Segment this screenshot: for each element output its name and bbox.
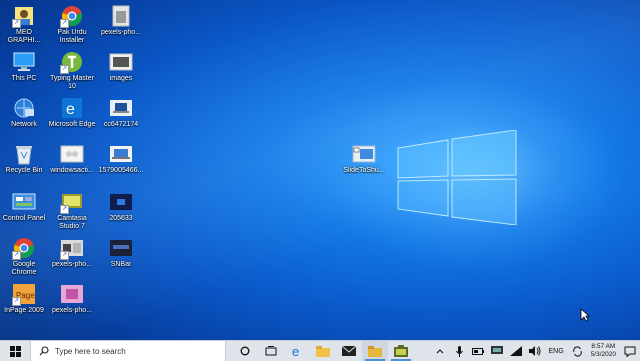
image-file-icon (108, 4, 134, 28)
control-panel-icon (11, 190, 37, 214)
desktop-icon-slide-to-shutdown[interactable]: SlideToShu... (340, 142, 388, 175)
sync-icon (572, 345, 582, 357)
desktop-icon-microsoft-edge[interactable]: e Microsoft Edge (48, 96, 96, 129)
dark-image-icon (108, 190, 134, 214)
desktop-icon-google-chrome[interactable]: ↗ Google Chrome (0, 236, 48, 277)
desktop-icon-images[interactable]: images (97, 50, 145, 83)
desktop-icon-camtasia-studio[interactable]: ↗ Camtasia Studio 7 (48, 190, 96, 231)
file-explorer-icon (316, 345, 330, 357)
desktop-icon-recycle-bin[interactable]: Recycle Bin (0, 142, 48, 175)
desktop-icon-typing-master[interactable]: ↗ Typing Master 10 (48, 50, 96, 91)
desktop-icon-pexels-photo-2[interactable]: ↗ pexels-pho... (48, 236, 96, 269)
search-icon (39, 346, 49, 356)
tray-network-sync[interactable] (568, 341, 587, 361)
cortana-icon (240, 346, 250, 356)
edge-icon: e (59, 96, 85, 120)
image-file-icon (59, 282, 85, 306)
desktop-icon-control-panel[interactable]: Control Panel (0, 190, 48, 223)
desktop-icon-snbar[interactable]: SNBar (97, 236, 145, 269)
person-app-icon: ↗ (11, 4, 37, 28)
desktop-icon-this-pc[interactable]: This PC (0, 50, 48, 83)
input-language-button[interactable]: ENG (545, 348, 568, 355)
taskbar-search-box[interactable]: Type here to search (30, 341, 226, 361)
inpage-icon: Page ↗ (11, 282, 37, 306)
taskbar-mail[interactable] (336, 341, 362, 361)
computer-icon (11, 50, 37, 74)
taskbar: Type here to search e ENG 8:57 AM 5/3/20… (0, 340, 640, 361)
tray-wifi[interactable] (507, 341, 526, 361)
network-icon (11, 96, 37, 120)
wifi-icon (510, 346, 523, 356)
chrome-icon: ↗ (11, 236, 37, 260)
image-file-icon (59, 142, 85, 166)
laptop-image-icon (108, 142, 134, 166)
slide-to-shutdown-icon (351, 142, 377, 166)
laptop-image-icon (108, 96, 134, 120)
taskbar-file-explorer[interactable] (310, 341, 336, 361)
image-file-icon: ↗ (59, 236, 85, 260)
folder-icon (368, 345, 382, 357)
action-center-button[interactable] (620, 341, 640, 361)
tray-battery[interactable] (469, 341, 488, 361)
notification-icon (624, 346, 636, 357)
desktop-icon-pexels-photo-3[interactable]: pexels-pho... (48, 282, 96, 315)
clock-date: 5/3/2020 (590, 351, 616, 358)
desktop-icon-pexels-photo-1[interactable]: pexels-pho... (97, 4, 145, 37)
edge-icon: e (292, 345, 299, 357)
dark-image-icon (108, 236, 134, 260)
battery-icon (472, 347, 485, 355)
recycle-bin-icon (11, 142, 37, 166)
tray-app-1[interactable] (488, 341, 507, 361)
monitor-app-icon (491, 346, 504, 354)
taskbar-folder[interactable] (362, 341, 388, 361)
desktop-icon-pak-urdu-installer[interactable]: ↗ Pak Urdu Installer (48, 4, 96, 45)
camtasia-icon (394, 345, 408, 357)
show-hidden-icons-button[interactable] (431, 341, 450, 361)
volume-icon (529, 346, 541, 356)
mouse-cursor-icon (580, 308, 590, 322)
system-tray: ENG 8:57 AM 5/3/2020 (431, 341, 640, 361)
cortana-button[interactable] (232, 341, 258, 361)
mail-icon (342, 346, 356, 356)
desktop-icon-windowsactivation[interactable]: windowsacti... (48, 142, 96, 175)
camtasia-icon: ↗ (59, 190, 85, 214)
svg-text:e: e (66, 101, 75, 118)
typing-master-icon: ↗ (59, 50, 85, 74)
desktop-icon-meo-graphics[interactable]: ↗ MEO GRAPHI... (0, 4, 48, 45)
chrome-icon: ↗ (59, 4, 85, 28)
clock-time: 8:57 AM (591, 343, 616, 350)
windows-start-icon (9, 345, 21, 357)
desktop-icon-205633[interactable]: 205633 (97, 190, 145, 223)
desktop: ↗ MEO GRAPHI... This PC Network Recycle … (0, 0, 640, 340)
microphone-icon (455, 345, 463, 357)
task-view-icon (265, 346, 277, 356)
desktop-icon-inpage-2009[interactable]: Page ↗ InPage 2009 (0, 282, 48, 315)
chevron-up-icon (436, 349, 444, 354)
start-button[interactable] (0, 341, 30, 361)
svg-text:e: e (292, 345, 299, 357)
taskbar-camtasia[interactable] (388, 341, 414, 361)
windows-logo-wallpaper (397, 130, 517, 225)
task-view-button[interactable] (258, 341, 284, 361)
tray-volume[interactable] (526, 341, 545, 361)
image-file-icon (108, 50, 134, 74)
desktop-icon-1579005466[interactable]: 1579005466... (97, 142, 145, 175)
taskbar-clock[interactable]: 8:57 AM 5/3/2020 (587, 343, 620, 359)
desktop-icon-cc6472174[interactable]: cc6472174 (97, 96, 145, 129)
search-placeholder: Type here to search (55, 346, 126, 356)
desktop-icon-network[interactable]: Network (0, 96, 48, 129)
taskbar-edge[interactable]: e (284, 341, 310, 361)
tray-microphone[interactable] (450, 341, 469, 361)
